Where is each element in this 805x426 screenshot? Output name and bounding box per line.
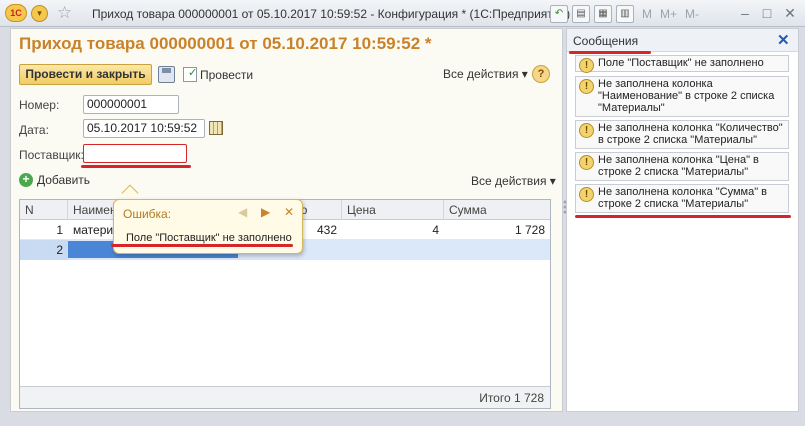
close-window-icon[interactable]: ✕ [779, 4, 801, 22]
column-header-sum[interactable]: Сумма [444, 200, 550, 220]
post-button-label: Провести [200, 67, 254, 82]
message-text: Не заполнена колонка "Количество" в стро… [598, 122, 783, 146]
message-item[interactable]: ! Не заполнена колонка "Цена" в строке 2… [575, 152, 789, 181]
messages-title: Сообщения [573, 34, 639, 48]
table-all-actions-menu[interactable]: Все действия ▾ [471, 174, 556, 188]
warning-icon: ! [579, 187, 594, 202]
app-logo-icon[interactable]: 1С [5, 4, 27, 22]
error-popup-message: Поле "Поставщик" не заполнено [126, 232, 292, 244]
close-messages-icon[interactable]: ✕ [777, 31, 790, 49]
post-button[interactable]: Провести [183, 64, 253, 85]
date-picker-icon[interactable] [209, 121, 223, 135]
number-label: Номер: [19, 98, 60, 112]
message-item[interactable]: ! Не заполнена колонка "Количество" в ст… [575, 120, 789, 149]
memory-m-button[interactable]: M [642, 7, 652, 21]
titlebar-tools: ↶ ▤ ▦ ▥ M M+ M- [550, 4, 699, 24]
add-row-button[interactable]: + Добавить [19, 173, 90, 187]
error-popup-header: Ошибка: [123, 207, 172, 221]
favorite-star-icon[interactable]: ☆ [57, 3, 72, 23]
highlight-underline [81, 165, 191, 168]
messages-header: Сообщения ✕ [567, 29, 798, 52]
warning-icon: ! [579, 155, 594, 170]
memory-plus-button[interactable]: M+ [660, 7, 677, 21]
prev-error-icon[interactable]: ◀ [238, 205, 247, 219]
next-error-icon[interactable]: ▶ [261, 205, 270, 219]
memory-minus-button[interactable]: M- [685, 7, 699, 21]
cell-price[interactable] [342, 240, 444, 260]
warning-icon: ! [579, 79, 594, 94]
message-item[interactable]: ! Поле "Поставщик" не заполнено [575, 55, 789, 73]
column-header-n[interactable]: N [20, 200, 68, 220]
message-item[interactable]: ! Не заполнена колонка "Наименование" в … [575, 76, 789, 117]
calendar-icon[interactable]: ▦ [594, 5, 612, 23]
supplier-label: Поставщик: [19, 148, 84, 162]
highlight-underline [111, 244, 293, 247]
back-arrow-icon[interactable]: ↶ [550, 5, 568, 23]
add-icon: + [19, 173, 33, 187]
highlight-underline [569, 51, 651, 54]
maximize-icon[interactable]: □ [756, 4, 778, 22]
help-icon[interactable]: ? [532, 65, 550, 83]
window-title: Приход товара 000000001 от 05.10.2017 10… [92, 7, 571, 21]
cell-n: 2 [20, 240, 68, 260]
supplier-field[interactable] [83, 144, 187, 163]
cell-n: 1 [56, 223, 63, 237]
calculator-icon[interactable]: ▥ [616, 5, 634, 23]
number-field[interactable]: 000000001 [83, 95, 179, 114]
cell-sum[interactable] [444, 240, 550, 260]
add-row-label: Добавить [37, 173, 91, 187]
cell-sum[interactable]: 1 728 [444, 220, 550, 240]
document-form: Приход товара 000000001 от 05.10.2017 10… [10, 28, 563, 412]
message-text: Не заполнена колонка "Наименование" в ст… [598, 78, 775, 114]
messages-panel: Сообщения ✕ ! Поле "Поставщик" не заполн… [566, 28, 799, 412]
highlight-underline [575, 215, 791, 218]
message-item[interactable]: ! Не заполнена колонка "Сумма" в строке … [575, 184, 789, 213]
window-titlebar: 1С ▾ ☆ Приход товара 000000001 от 05.10.… [0, 0, 805, 27]
cell-price[interactable]: 4 [342, 220, 444, 240]
page-title: Приход товара 000000001 от 05.10.2017 10… [19, 34, 432, 53]
date-label: Дата: [19, 123, 49, 137]
post-icon [183, 66, 197, 82]
warning-icon: ! [579, 123, 594, 138]
minimize-icon[interactable]: – [734, 4, 756, 22]
save-icon[interactable] [158, 66, 175, 83]
post-and-close-button[interactable]: Провести и закрыть [19, 64, 152, 85]
close-popup-icon[interactable]: ✕ [284, 205, 294, 219]
date-field[interactable]: 05.10.2017 10:59:52 [83, 119, 205, 138]
table-total: Итого 1 728 [479, 391, 544, 405]
table-footer: Итого 1 728 [20, 386, 550, 408]
message-text: Не заполнена колонка "Цена" в строке 2 с… [598, 154, 759, 178]
main-menu-icon[interactable]: ▾ [31, 5, 48, 22]
all-actions-menu[interactable]: Все действия ▾ [443, 67, 528, 81]
warning-icon: ! [579, 58, 594, 73]
column-header-price[interactable]: Цена [342, 200, 444, 220]
message-text: Поле "Поставщик" не заполнено [598, 57, 764, 69]
document-icon[interactable]: ▤ [572, 5, 590, 23]
message-text: Не заполнена колонка "Сумма" в строке 2 … [598, 186, 768, 210]
